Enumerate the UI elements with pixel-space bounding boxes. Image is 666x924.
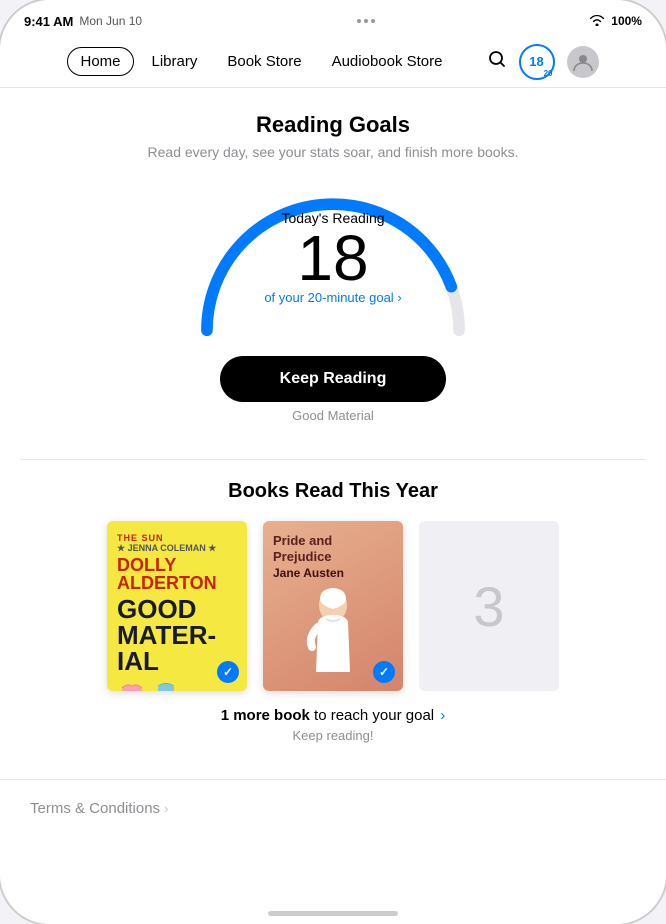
book1-illustration <box>117 678 237 691</box>
reading-goals-section: Reading Goals Read every day, see your s… <box>0 88 666 459</box>
books-goal-chevron: › <box>436 707 445 724</box>
device-frame: 9:41 AM Mon Jun 10 100% Home Library <box>0 0 666 924</box>
book2-title-part2: Prejudice <box>273 549 393 565</box>
search-icon[interactable] <box>487 49 507 74</box>
terms-conditions-link[interactable]: Terms & Conditions › <box>30 800 636 817</box>
wifi-icon <box>589 14 605 29</box>
book1-title-block: GOOD MATER- IAL <box>117 596 237 674</box>
books-grid: THE SUN ★ JENNA COLEMAN ★ DOLLY ALDERTON… <box>30 521 636 691</box>
status-date: Mon Jun 10 <box>79 14 142 28</box>
nav-library[interactable]: Library <box>140 48 210 75</box>
nav-links: Home Library Book Store Audiobook Store <box>67 47 454 76</box>
reading-gauge: Today's Reading 18 of your 20-minute goa… <box>183 180 483 340</box>
badge-number: 18 <box>529 54 543 69</box>
home-indicator <box>268 911 398 916</box>
status-right: 100% <box>589 14 642 29</box>
book1-author: DOLLY <box>117 556 237 574</box>
book1-title-ial: IAL <box>117 648 159 674</box>
books-section: Books Read This Year THE SUN ★ JENNA COL… <box>0 460 666 779</box>
book1-title-g: GOOD <box>117 596 196 622</box>
nav-bookstore[interactable]: Book Store <box>215 48 313 75</box>
bottom-spacer <box>0 837 666 897</box>
book2-title-part1: Pride and <box>273 533 393 549</box>
placeholder-number: 3 <box>473 574 504 639</box>
books-goal-text-part2: to reach your goal <box>310 707 434 724</box>
clothes-svg-1 <box>117 678 147 691</box>
badge-sub: 20 <box>544 69 553 78</box>
status-time: 9:41 AM <box>24 14 73 29</box>
book2-check-badge: ✓ <box>373 661 395 683</box>
books-goal-count: 1 more book <box>221 707 310 724</box>
book-placeholder-3: 3 <box>419 521 559 691</box>
clothes-svg-2 <box>151 678 181 691</box>
gauge-goal-chevron: › <box>397 290 401 305</box>
reading-goals-title: Reading Goals <box>30 112 636 138</box>
gauge-text-overlay: Today's Reading 18 of your 20-minute goa… <box>233 210 433 305</box>
book1-check-badge: ✓ <box>217 661 239 683</box>
book-good-material[interactable]: THE SUN ★ JENNA COLEMAN ★ DOLLY ALDERTON… <box>107 521 247 691</box>
nav-icon-group: 18 20 <box>487 44 599 80</box>
books-keep-reading-text: Keep reading! <box>30 728 636 743</box>
terms-section: Terms & Conditions › <box>0 780 666 837</box>
reading-badge[interactable]: 18 20 <box>519 44 555 80</box>
book1-title-m: MATER- <box>117 622 216 648</box>
book-pride-prejudice[interactable]: Pride and Prejudice Jane Austen <box>263 521 403 691</box>
profile-button[interactable] <box>567 46 599 78</box>
gauge-goal-text: of your 20-minute goal › <box>233 290 433 305</box>
status-center-dots <box>357 19 375 23</box>
nav-audiobook[interactable]: Audiobook Store <box>320 48 455 75</box>
book1-author2: ALDERTON <box>117 574 237 592</box>
books-section-title: Books Read This Year <box>30 480 636 503</box>
status-bar: 9:41 AM Mon Jun 10 100% <box>0 0 666 36</box>
figure-svg <box>298 587 368 677</box>
book2-author: Jane Austen <box>273 566 393 580</box>
book1-top-text: THE SUN <box>117 533 237 543</box>
terms-chevron: › <box>164 801 168 816</box>
keep-reading-button[interactable]: Keep Reading <box>220 356 447 402</box>
main-content: Reading Goals Read every day, see your s… <box>0 88 666 924</box>
keep-reading-subtitle: Good Material <box>30 408 636 423</box>
book1-award: ★ JENNA COLEMAN ★ <box>117 543 237 554</box>
books-goal-line[interactable]: 1 more book to reach your goal › <box>30 707 636 724</box>
nav-home[interactable]: Home <box>67 47 133 76</box>
gauge-minutes: 18 <box>233 226 433 290</box>
battery-indicator: 100% <box>611 14 642 28</box>
reading-goals-subtitle: Read every day, see your stats soar, and… <box>30 144 636 160</box>
navigation-bar: Home Library Book Store Audiobook Store … <box>0 36 666 88</box>
terms-label: Terms & Conditions <box>30 800 160 817</box>
